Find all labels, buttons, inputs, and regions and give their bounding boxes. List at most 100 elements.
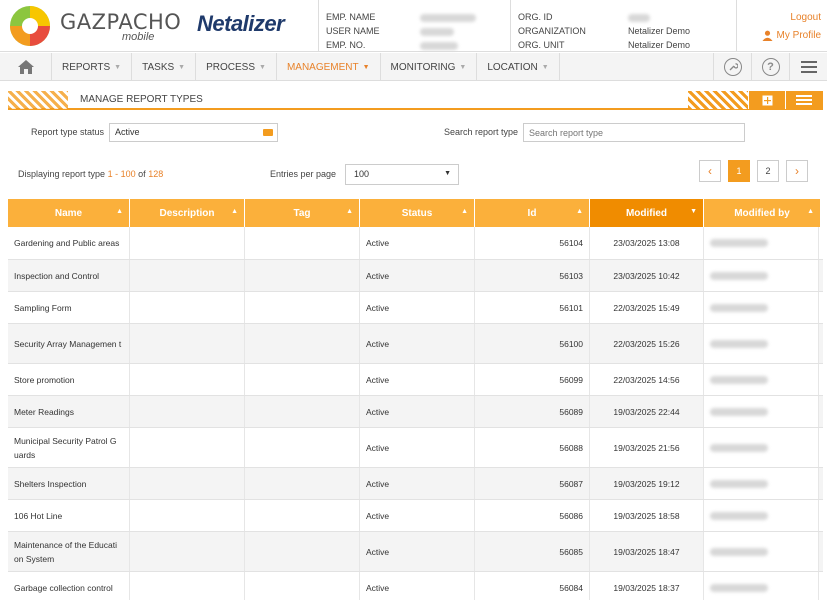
cell-id: 56088 <box>475 428 590 467</box>
organization-value: Netalizer Demo <box>628 26 691 36</box>
table-row[interactable]: Inspection and Control Active 56103 23/03/2… <box>8 260 823 292</box>
brand-sub: mobile <box>122 31 155 43</box>
table-row[interactable]: Maintenance of the Educati on System Acti… <box>8 532 823 572</box>
table-row[interactable]: 106 Hot Line Active 56086 19/03/2025 18:58 <box>8 500 823 532</box>
col-modified-by-header[interactable]: Modified by ▲ <box>704 199 820 227</box>
nav-location[interactable]: LOCATION ▼ <box>477 53 560 81</box>
cell-modified: 23/03/2025 10:42 <box>590 260 704 291</box>
modified-by-redacted <box>710 583 768 592</box>
col-name-label: Name <box>54 207 83 219</box>
col-description-header[interactable]: Description ▲ <box>130 199 244 227</box>
cell-modified-by <box>704 324 819 363</box>
nav-monitoring[interactable]: MONITORING ▼ <box>381 53 478 81</box>
cell-id: 56104 <box>475 227 590 259</box>
display-total: 128 <box>148 169 164 179</box>
logout-link[interactable]: Logout <box>790 12 821 23</box>
emp-name-value-redacted <box>420 14 476 22</box>
table-row[interactable]: Security Array Managemen t Active 56100 22/… <box>8 324 823 364</box>
cell-description <box>130 468 245 499</box>
org-unit-value: Netalizer Demo <box>628 40 691 50</box>
chevron-down-icon: ▼ <box>114 63 122 71</box>
my-profile-label: My Profile <box>776 30 821 41</box>
org-unit-label: ORG. UNIT <box>518 40 565 50</box>
user-name-value-redacted <box>420 28 454 36</box>
sort-icon: ▲ <box>807 208 814 215</box>
cell-id: 56101 <box>475 292 590 323</box>
status-filter-select[interactable]: Active <box>109 123 278 142</box>
nav-reports-label: REPORTS <box>62 61 111 73</box>
tools-button[interactable] <box>713 53 751 81</box>
table-row[interactable]: Garbage collection control Active 56084 19/… <box>8 572 823 600</box>
nav-tasks[interactable]: TASKS ▼ <box>132 53 197 81</box>
entries-per-page-select[interactable]: 100 ▼ <box>345 164 459 185</box>
user-icon <box>762 30 773 41</box>
app-header: GAZPACHO mobile Netalizer EMP. NAME USER… <box>0 0 827 52</box>
col-name-header[interactable]: Name ▲ <box>8 199 129 227</box>
search-input[interactable] <box>523 123 745 142</box>
home-button[interactable] <box>0 53 52 81</box>
add-report-type-button[interactable] <box>748 91 785 109</box>
modified-by-redacted <box>710 547 768 556</box>
cell-modified-by <box>704 572 819 600</box>
nav-process[interactable]: PROCESS ▼ <box>196 53 277 81</box>
next-page-button[interactable]: › <box>786 160 808 182</box>
cell-modified-by <box>704 532 819 571</box>
emp-name-label: EMP. NAME <box>326 12 376 22</box>
panel-menu-button[interactable] <box>785 91 822 109</box>
nav-management-label: MANAGEMENT <box>286 61 359 73</box>
col-modified-header[interactable]: Modified ▼ <box>590 199 703 227</box>
partner-logo: Netalizer <box>197 11 285 36</box>
nav-reports[interactable]: REPORTS ▼ <box>52 53 133 81</box>
cell-description <box>130 532 245 571</box>
modified-by-redacted <box>710 443 768 452</box>
cell-status: Active <box>360 292 475 323</box>
org-id-value-redacted <box>628 14 650 22</box>
table-row[interactable]: Shelters Inspection Active 56087 19/03/2025… <box>8 468 823 500</box>
col-status-header[interactable]: Status ▲ <box>360 199 474 227</box>
cell-status: Active <box>360 364 475 395</box>
cell-status: Active <box>360 396 475 427</box>
chevron-down-icon: ▼ <box>459 63 467 71</box>
cell-id: 56087 <box>475 468 590 499</box>
brand-name: GAZPACHO <box>60 10 182 34</box>
modified-by-redacted <box>710 375 768 384</box>
table-row[interactable]: Gardening and Public areas Active 56104 23/… <box>8 227 823 260</box>
cell-name: Shelters Inspection <box>8 468 130 499</box>
gazpacho-logo-icon <box>10 6 50 46</box>
display-of: of <box>138 169 146 179</box>
cell-modified: 19/03/2025 18:37 <box>590 572 704 600</box>
table-row[interactable]: Municipal Security Patrol G uards Active 5… <box>8 428 823 468</box>
prev-page-button[interactable]: ‹ <box>699 160 721 182</box>
cell-modified: 19/03/2025 21:56 <box>590 428 704 467</box>
decorative-pattern <box>8 91 68 109</box>
cell-tag <box>245 292 360 323</box>
cell-name: Municipal Security Patrol G uards <box>8 428 130 467</box>
table-row[interactable]: Sampling Form Active 56101 22/03/2025 15:49 <box>8 292 823 324</box>
table-row[interactable]: Store promotion Active 56099 22/03/2025 14:… <box>8 364 823 396</box>
cell-name: Sampling Form <box>8 292 130 323</box>
caret-down-icon: ▼ <box>444 170 451 177</box>
page-1-button[interactable]: 1 <box>728 160 750 182</box>
cell-status: Active <box>360 428 475 467</box>
header-divider <box>736 0 737 52</box>
nav-management[interactable]: MANAGEMENT ▼ <box>277 53 381 81</box>
cell-modified: 19/03/2025 18:47 <box>590 532 704 571</box>
menu-button[interactable] <box>789 53 827 81</box>
col-tag-header[interactable]: Tag ▲ <box>245 199 359 227</box>
cell-name: Gardening and Public areas <box>8 227 130 259</box>
page-2-button[interactable]: 2 <box>757 160 779 182</box>
cell-description <box>130 500 245 531</box>
help-button[interactable]: ? <box>751 53 789 81</box>
cell-modified-by <box>704 260 819 291</box>
cell-tag <box>245 572 360 600</box>
cell-status: Active <box>360 260 475 291</box>
col-id-header[interactable]: Id ▲ <box>475 199 589 227</box>
my-profile-link[interactable]: My Profile <box>762 30 821 41</box>
cell-description <box>130 324 245 363</box>
wrench-icon <box>723 58 742 76</box>
search-label: Search report type <box>444 127 519 137</box>
cell-modified-by <box>704 292 819 323</box>
entries-per-page-label: Entries per page <box>270 169 337 179</box>
modified-by-redacted <box>710 479 768 488</box>
table-row[interactable]: Meter Readings Active 56089 19/03/2025 22:4… <box>8 396 823 428</box>
